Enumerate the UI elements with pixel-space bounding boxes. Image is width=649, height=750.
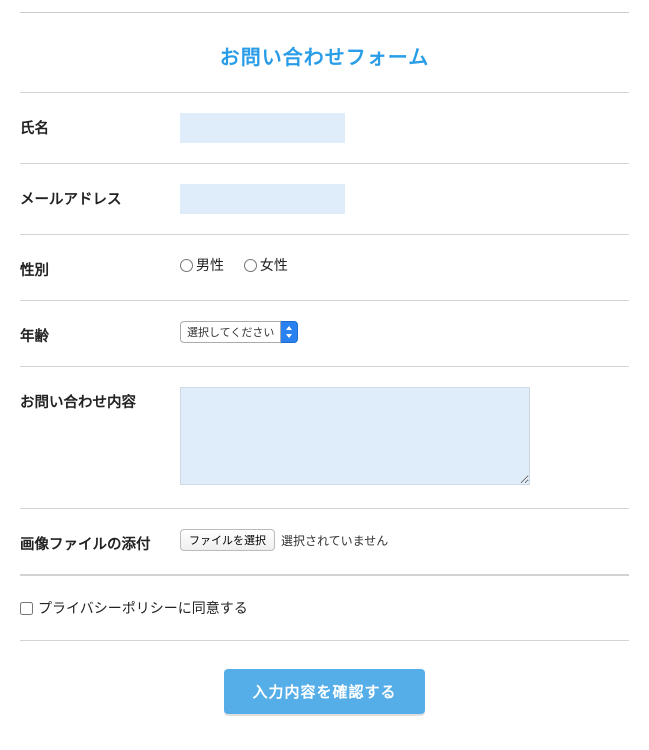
label-name: 氏名 (20, 113, 180, 138)
row-age: 年齢 選択してください (20, 300, 629, 366)
label-inquiry: お問い合わせ内容 (20, 387, 180, 412)
form-title: お問い合わせフォーム (20, 12, 629, 92)
control-inquiry (180, 387, 629, 488)
email-input[interactable] (180, 184, 345, 214)
row-gender: 性別 男性 女性 (20, 234, 629, 300)
inquiry-textarea[interactable] (180, 387, 530, 485)
file-status-text: 選択されていません (281, 532, 388, 549)
name-input[interactable] (180, 113, 345, 143)
control-file: ファイルを選択 選択されていません (180, 529, 629, 551)
submit-area: 入力内容を確認する (20, 641, 629, 720)
row-name: 氏名 (20, 92, 629, 163)
contact-form: お問い合わせフォーム 氏名 メールアドレス 性別 男性 女性 年齢 (20, 12, 629, 720)
confirm-button[interactable]: 入力内容を確認する (224, 669, 424, 714)
label-age: 年齢 (20, 321, 180, 346)
radio-male-label: 男性 (196, 255, 224, 275)
row-privacy: プライバシーポリシーに同意する (20, 575, 629, 641)
row-email: メールアドレス (20, 163, 629, 234)
age-select-value: 選択してください (180, 321, 281, 343)
radio-option-male[interactable]: 男性 (180, 255, 224, 275)
label-gender: 性別 (20, 255, 180, 280)
privacy-label: プライバシーポリシーに同意する (38, 598, 248, 618)
row-inquiry: お問い合わせ内容 (20, 366, 629, 508)
file-select-button[interactable]: ファイルを選択 (180, 529, 275, 551)
label-email: メールアドレス (20, 184, 180, 209)
control-gender: 男性 女性 (180, 255, 629, 275)
radio-female[interactable] (244, 259, 257, 272)
control-email (180, 184, 629, 214)
row-file: 画像ファイルの添付 ファイルを選択 選択されていません (20, 508, 629, 575)
radio-female-label: 女性 (260, 255, 288, 275)
control-name (180, 113, 629, 143)
control-age: 選択してください (180, 321, 629, 343)
radio-option-female[interactable]: 女性 (244, 255, 288, 275)
privacy-checkbox[interactable] (20, 602, 33, 615)
age-select[interactable]: 選択してください (180, 321, 298, 343)
radio-male[interactable] (180, 259, 193, 272)
chevron-updown-icon (281, 321, 298, 343)
label-file: 画像ファイルの添付 (20, 529, 180, 554)
